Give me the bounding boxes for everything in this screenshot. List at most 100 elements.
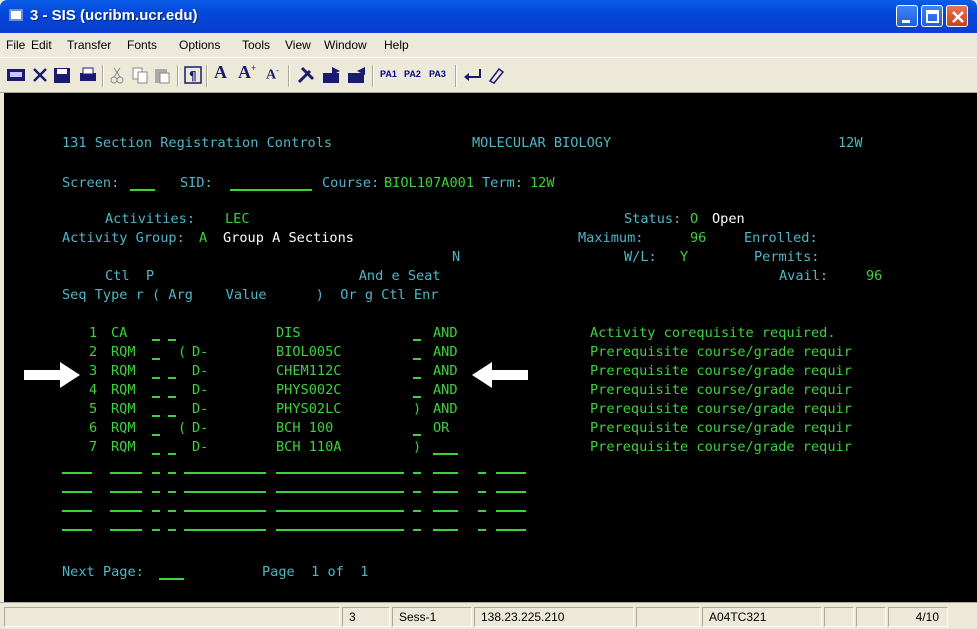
empty-entry-field[interactable] xyxy=(168,472,176,474)
empty-entry-field[interactable] xyxy=(433,529,458,531)
row-close-field[interactable] xyxy=(413,377,421,379)
font-larger-icon[interactable]: A+ xyxy=(238,62,256,84)
menu-fonts[interactable]: Fonts xyxy=(127,38,157,52)
empty-entry-field[interactable] xyxy=(110,529,142,531)
row-type[interactable]: RQM xyxy=(111,381,136,400)
empty-entry-field[interactable] xyxy=(496,472,526,474)
row-value[interactable]: PHYS02LC xyxy=(276,400,341,419)
font-icon[interactable]: A xyxy=(214,62,227,84)
empty-entry-field[interactable] xyxy=(276,529,404,531)
next-page-input[interactable] xyxy=(159,578,184,580)
empty-entry-field[interactable] xyxy=(184,472,266,474)
empty-entry-field[interactable] xyxy=(433,472,458,474)
maximize-button[interactable] xyxy=(921,5,943,27)
menu-help[interactable]: Help xyxy=(384,38,409,52)
empty-entry-field[interactable] xyxy=(276,510,404,512)
row-r-field[interactable] xyxy=(152,453,160,455)
paragraph-icon[interactable]: ¶ xyxy=(184,65,202,87)
row-r-field[interactable] xyxy=(152,396,160,398)
empty-entry-field[interactable] xyxy=(496,510,526,512)
row-value[interactable]: BCH 110A xyxy=(276,438,341,457)
menu-view[interactable]: View xyxy=(285,38,311,52)
empty-entry-field[interactable] xyxy=(62,472,92,474)
cancel-icon[interactable] xyxy=(32,65,48,87)
row-and-or[interactable]: AND xyxy=(433,324,458,343)
row-arg[interactable]: D- xyxy=(192,343,208,362)
empty-entry-field[interactable] xyxy=(168,510,176,512)
row-value[interactable]: PHYS002C xyxy=(276,381,341,400)
row-open-paren[interactable]: ( xyxy=(178,419,186,438)
empty-entry-field[interactable] xyxy=(433,491,458,493)
empty-entry-field[interactable] xyxy=(478,510,486,512)
row-arg[interactable]: D- xyxy=(192,438,208,457)
empty-entry-field[interactable] xyxy=(152,491,160,493)
row-and-or[interactable]: AND xyxy=(433,343,458,362)
cut-icon[interactable] xyxy=(109,65,125,87)
row-paren-field[interactable] xyxy=(168,339,176,341)
empty-entry-field[interactable] xyxy=(152,529,160,531)
row-type[interactable]: RQM xyxy=(111,419,136,438)
row-type[interactable]: RQM xyxy=(111,362,136,381)
empty-entry-field[interactable] xyxy=(478,491,486,493)
print-icon[interactable] xyxy=(78,65,98,87)
row-arg[interactable]: D- xyxy=(192,362,208,381)
empty-entry-field[interactable] xyxy=(168,529,176,531)
empty-entry-field[interactable] xyxy=(433,510,458,512)
receive-file-icon[interactable] xyxy=(347,65,369,87)
row-paren-field[interactable] xyxy=(168,377,176,379)
row-paren-field[interactable] xyxy=(168,453,176,455)
row-close-paren[interactable]: ) xyxy=(413,438,421,457)
empty-entry-field[interactable] xyxy=(184,491,266,493)
row-value[interactable]: CHEM112C xyxy=(276,362,341,381)
row-arg[interactable]: D- xyxy=(192,419,208,438)
row-value[interactable]: DIS xyxy=(276,324,301,343)
screen-input[interactable] xyxy=(130,189,155,191)
paste-icon[interactable] xyxy=(153,65,171,87)
row-arg[interactable]: D- xyxy=(192,400,208,419)
empty-entry-field[interactable] xyxy=(62,491,92,493)
empty-entry-field[interactable] xyxy=(62,529,92,531)
row-close-paren[interactable]: ) xyxy=(413,400,421,419)
copy-icon[interactable] xyxy=(131,65,149,87)
pa1-button[interactable]: PA1 xyxy=(380,69,397,91)
row-r-field[interactable] xyxy=(152,339,160,341)
menu-options[interactable]: Options xyxy=(179,38,220,52)
empty-entry-field[interactable] xyxy=(413,472,421,474)
font-smaller-icon[interactable]: A- xyxy=(266,66,279,88)
disconnect-icon[interactable] xyxy=(6,65,26,87)
empty-entry-field[interactable] xyxy=(478,472,486,474)
row-value[interactable]: BIOL005C xyxy=(276,343,341,362)
empty-entry-field[interactable] xyxy=(413,510,421,512)
row-r-field[interactable] xyxy=(152,434,160,436)
row-close-field[interactable] xyxy=(413,339,421,341)
row-type[interactable]: RQM xyxy=(111,438,136,457)
row-paren-field[interactable] xyxy=(168,396,176,398)
empty-entry-field[interactable] xyxy=(152,510,160,512)
pa3-button[interactable]: PA3 xyxy=(429,69,446,91)
row-close-field[interactable] xyxy=(413,396,421,398)
row-and-or[interactable]: AND xyxy=(433,400,458,419)
row-r-field[interactable] xyxy=(152,358,160,360)
sid-input[interactable] xyxy=(230,189,312,191)
empty-entry-field[interactable] xyxy=(276,472,404,474)
menu-window[interactable]: Window xyxy=(324,38,367,52)
empty-entry-field[interactable] xyxy=(496,529,526,531)
empty-entry-field[interactable] xyxy=(478,529,486,531)
send-file-icon[interactable] xyxy=(322,65,344,87)
row-type[interactable]: RQM xyxy=(111,343,136,362)
empty-entry-field[interactable] xyxy=(168,491,176,493)
row-r-field[interactable] xyxy=(152,377,160,379)
menu-transfer[interactable]: Transfer xyxy=(67,38,111,52)
row-type[interactable]: CA xyxy=(111,324,127,343)
title-bar[interactable]: 3 - SIS (ucribm.ucr.edu) xyxy=(0,0,977,33)
empty-entry-field[interactable] xyxy=(110,491,142,493)
row-type[interactable]: RQM xyxy=(111,400,136,419)
empty-entry-field[interactable] xyxy=(184,529,266,531)
row-arg[interactable]: D- xyxy=(192,381,208,400)
empty-entry-field[interactable] xyxy=(62,510,92,512)
row-open-paren[interactable]: ( xyxy=(178,343,186,362)
row-and-or[interactable]: OR xyxy=(433,419,449,438)
empty-entry-field[interactable] xyxy=(496,491,526,493)
empty-entry-field[interactable] xyxy=(110,510,142,512)
menu-file[interactable]: File xyxy=(6,38,25,52)
